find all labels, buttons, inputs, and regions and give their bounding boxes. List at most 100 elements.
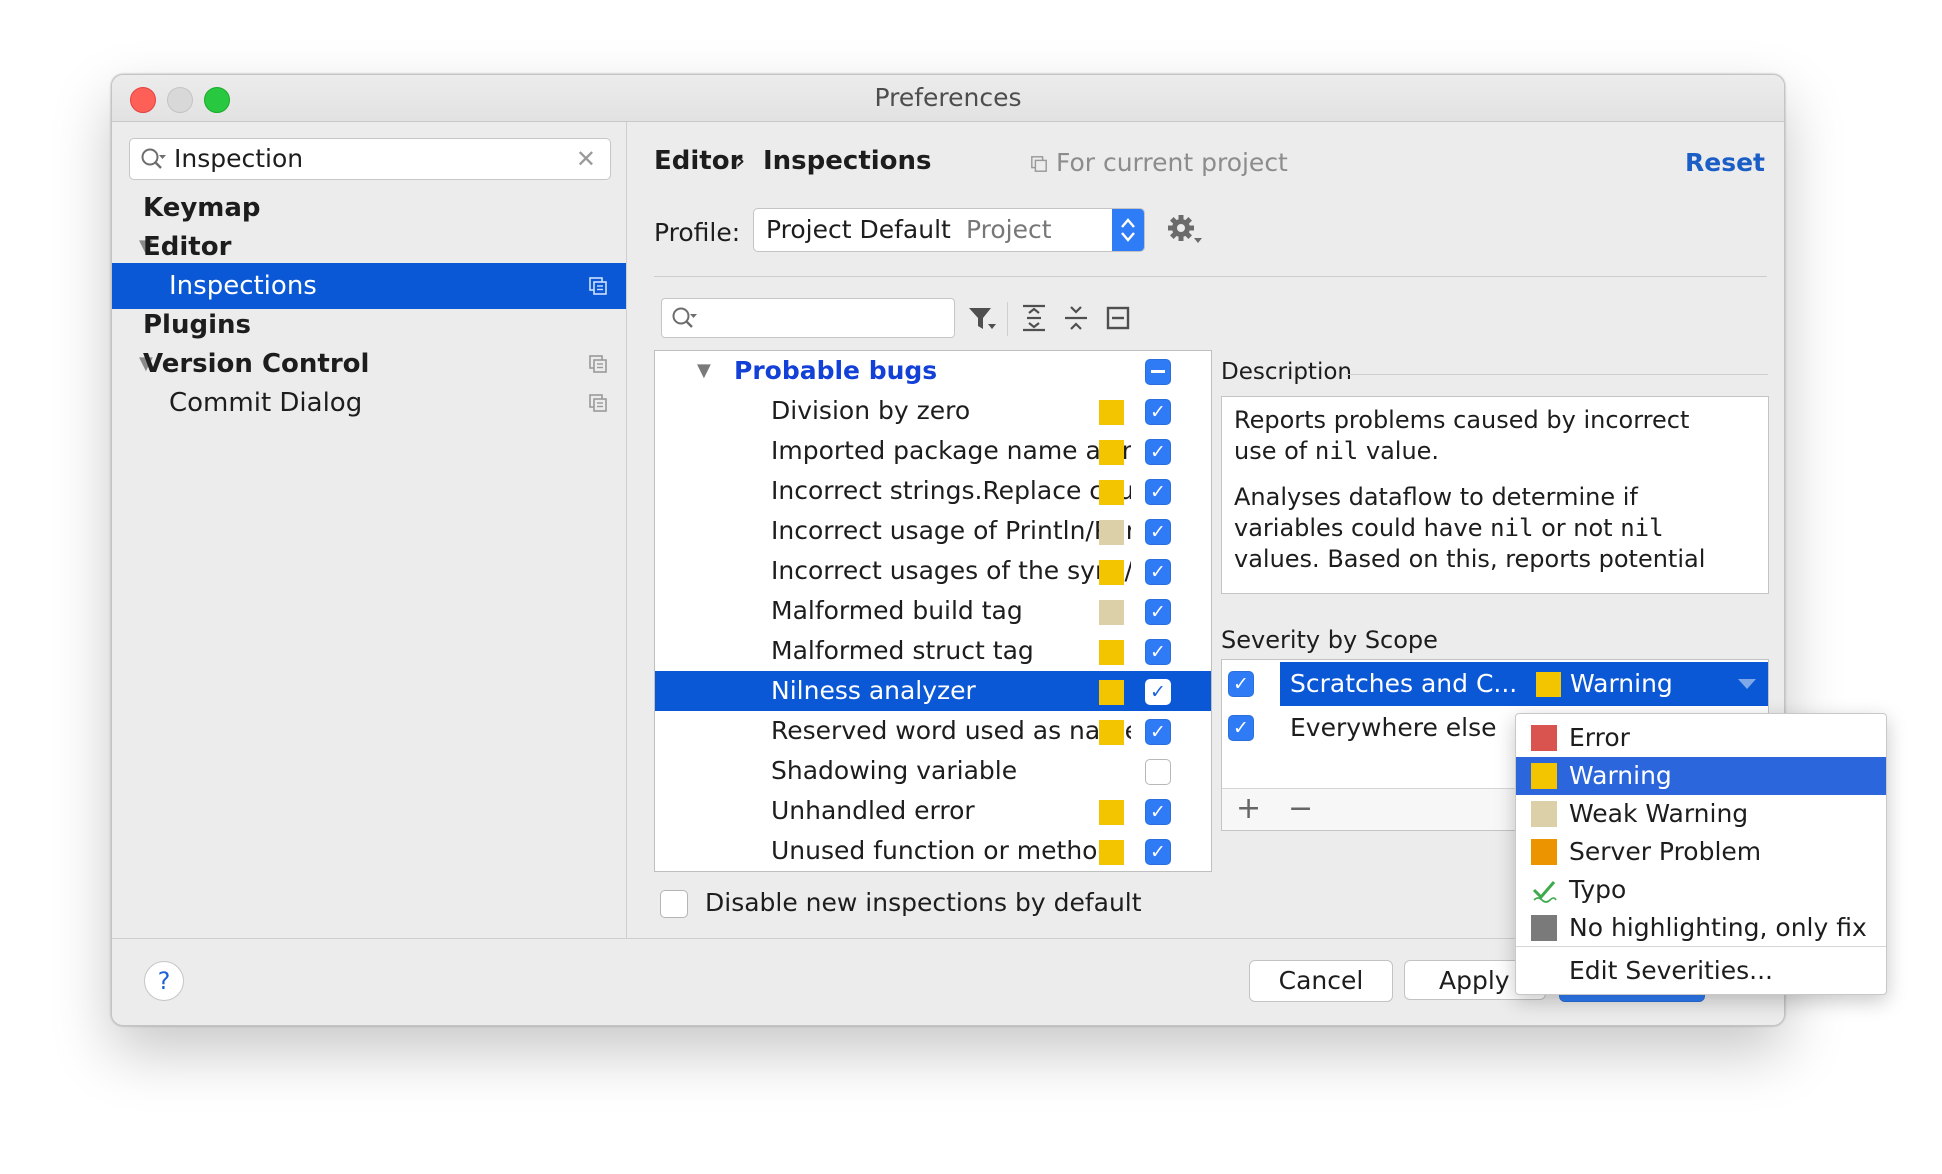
inspection-checkbox[interactable]: ✓ <box>1145 559 1171 585</box>
scope-checkbox[interactable]: ✓ <box>1228 671 1254 697</box>
inspection-row[interactable]: Shadowing variable <box>655 751 1211 791</box>
reset-to-default-icon[interactable] <box>1102 302 1134 334</box>
menu-item-warning[interactable]: Warning <box>1516 757 1886 795</box>
menu-item-typo[interactable]: Typo <box>1516 871 1886 909</box>
inspection-name: Malformed build tag <box>771 596 1023 625</box>
menu-item-no-highlighting[interactable]: No highlighting, only fix <box>1516 909 1886 947</box>
inspection-row[interactable]: Incorrect usages of the sync/atomic pack… <box>655 551 1211 591</box>
expand-triangle-icon[interactable]: ▼ <box>697 351 711 391</box>
inspection-row[interactable]: Imported package name as name identifier… <box>655 431 1211 471</box>
add-scope-button[interactable]: + <box>1236 789 1261 829</box>
inspection-checkbox[interactable]: ✓ <box>1145 799 1171 825</box>
description-line: Reports problems caused by incorrect <box>1234 406 1690 434</box>
menu-item-label: Weak Warning <box>1569 799 1749 828</box>
scope-name: Scratches and C... <box>1290 669 1518 698</box>
inspection-name: Shadowing variable <box>771 756 1018 785</box>
disable-new-inspections-checkbox[interactable] <box>660 890 688 918</box>
inspection-checkbox[interactable]: ✓ <box>1145 519 1171 545</box>
settings-search-input[interactable]: Inspection ✕ <box>129 138 611 180</box>
profile-value: Project Default <box>766 215 951 244</box>
menu-item-weak-warning[interactable]: Weak Warning <box>1516 795 1886 833</box>
expand-all-icon[interactable] <box>1018 302 1050 334</box>
group-checkbox-partial[interactable] <box>1145 359 1171 385</box>
scope-selected-cell[interactable]: Scratches and C... Warning <box>1280 662 1768 706</box>
warning-swatch <box>1531 763 1557 789</box>
warning-swatch <box>1536 672 1561 697</box>
scope-row[interactable]: ✓ Scratches and C... Warning <box>1222 662 1768 706</box>
cancel-button[interactable]: Cancel <box>1249 960 1393 1002</box>
profile-select[interactable]: Project Default Project <box>753 208 1145 252</box>
inspection-checkbox[interactable] <box>1145 759 1171 785</box>
inspection-filter-input[interactable] <box>661 298 955 338</box>
warning-swatch <box>1099 560 1124 585</box>
sidebar-item-commit-dialog[interactable]: Commit Dialog <box>112 380 626 426</box>
inspection-row[interactable]: Malformed struct tag ✓ <box>655 631 1211 671</box>
inspection-name: Incorrect strings.Replace count argument <box>771 476 1131 505</box>
menu-item-label: Server Problem <box>1569 837 1762 866</box>
collapse-all-icon[interactable] <box>1060 302 1092 334</box>
help-button[interactable]: ? <box>144 961 184 1001</box>
remove-scope-button[interactable]: − <box>1288 789 1313 829</box>
inspection-row[interactable]: Unhandled error ✓ <box>655 791 1211 831</box>
inspection-checkbox[interactable]: ✓ <box>1145 639 1171 665</box>
warning-swatch <box>1099 680 1124 705</box>
inspection-row[interactable]: Unused function or method ✓ <box>655 831 1211 871</box>
chevron-down-icon[interactable] <box>1738 679 1756 689</box>
tree-group-row[interactable]: ▼ Probable bugs <box>655 351 1211 391</box>
inspection-row[interactable]: Incorrect strings.Replace count argument… <box>655 471 1211 511</box>
warning-swatch <box>1099 480 1124 505</box>
search-icon <box>672 307 697 328</box>
toolbar-separator <box>1007 302 1008 336</box>
description-line: Analyses dataflow to determine if <box>1234 483 1638 511</box>
settings-sidebar: Inspection ✕ Keymap ▼ Editor Inspections… <box>112 122 627 938</box>
no-highlighting-swatch <box>1531 915 1557 941</box>
inspection-checkbox[interactable]: ✓ <box>1145 719 1171 745</box>
inspection-name: Unhandled error <box>771 796 975 825</box>
inspection-checkbox[interactable]: ✓ <box>1145 399 1171 425</box>
inspection-row[interactable]: Malformed build tag ✓ <box>655 591 1211 631</box>
reset-link[interactable]: Reset <box>1685 148 1765 177</box>
server-problem-swatch <box>1531 839 1557 865</box>
settings-search-value: Inspection <box>174 144 304 173</box>
profile-label: Profile: <box>654 218 741 247</box>
window-title: Preferences <box>874 83 1022 112</box>
project-scope-icon <box>589 277 607 295</box>
inspection-checkbox[interactable]: ✓ <box>1145 479 1171 505</box>
menu-item-error[interactable]: Error <box>1516 719 1886 757</box>
inspection-checkbox[interactable]: ✓ <box>1145 679 1171 705</box>
inspection-row[interactable]: Division by zero ✓ <box>655 391 1211 431</box>
weak-warning-swatch <box>1531 801 1557 827</box>
description-line: variables could have nil or not nil <box>1234 514 1664 542</box>
inspection-name: Malformed struct tag <box>771 636 1034 665</box>
menu-divider <box>1516 946 1886 947</box>
inspection-row[interactable]: Incorrect usage of Println/Printf-like f… <box>655 511 1211 551</box>
description-panel: Reports problems caused by incorrect use… <box>1221 396 1769 594</box>
inspection-checkbox[interactable]: ✓ <box>1145 599 1171 625</box>
inspection-row[interactable]: Reserved word used as name ✓ <box>655 711 1211 751</box>
warning-swatch <box>1099 800 1124 825</box>
select-arrows-icon <box>1112 209 1144 251</box>
scope-checkbox[interactable]: ✓ <box>1228 715 1254 741</box>
warning-swatch <box>1099 720 1124 745</box>
warning-swatch <box>1099 400 1124 425</box>
inspection-checkbox[interactable]: ✓ <box>1145 839 1171 865</box>
weak-warning-swatch <box>1099 600 1124 625</box>
project-scope-icon <box>589 355 607 373</box>
menu-item-edit-severities[interactable]: Edit Severities... <box>1516 952 1886 990</box>
scope-name: Everywhere else <box>1290 713 1497 742</box>
sidebar-item-label: Commit Dialog <box>169 388 363 418</box>
clear-search-icon[interactable]: ✕ <box>576 139 596 179</box>
inspection-name: Imported package name as name identifier <box>771 436 1131 465</box>
menu-item-label: Warning <box>1569 761 1672 790</box>
breadcrumb-editor[interactable]: Editor <box>654 146 742 176</box>
menu-item-label: Error <box>1569 723 1630 752</box>
gear-icon[interactable] <box>1165 212 1205 246</box>
inspection-checkbox[interactable]: ✓ <box>1145 439 1171 465</box>
description-title: Description <box>1221 359 1352 385</box>
filter-icon[interactable] <box>966 302 998 334</box>
menu-item-label: No highlighting, only fix <box>1569 913 1867 942</box>
inspections-tree: ▼ Probable bugs Division by zero ✓ Importe… <box>654 350 1212 872</box>
warning-swatch <box>1099 440 1124 465</box>
inspection-row[interactable]: Nilness analyzer ✓ <box>655 671 1211 711</box>
menu-item-server-problem[interactable]: Server Problem <box>1516 833 1886 871</box>
